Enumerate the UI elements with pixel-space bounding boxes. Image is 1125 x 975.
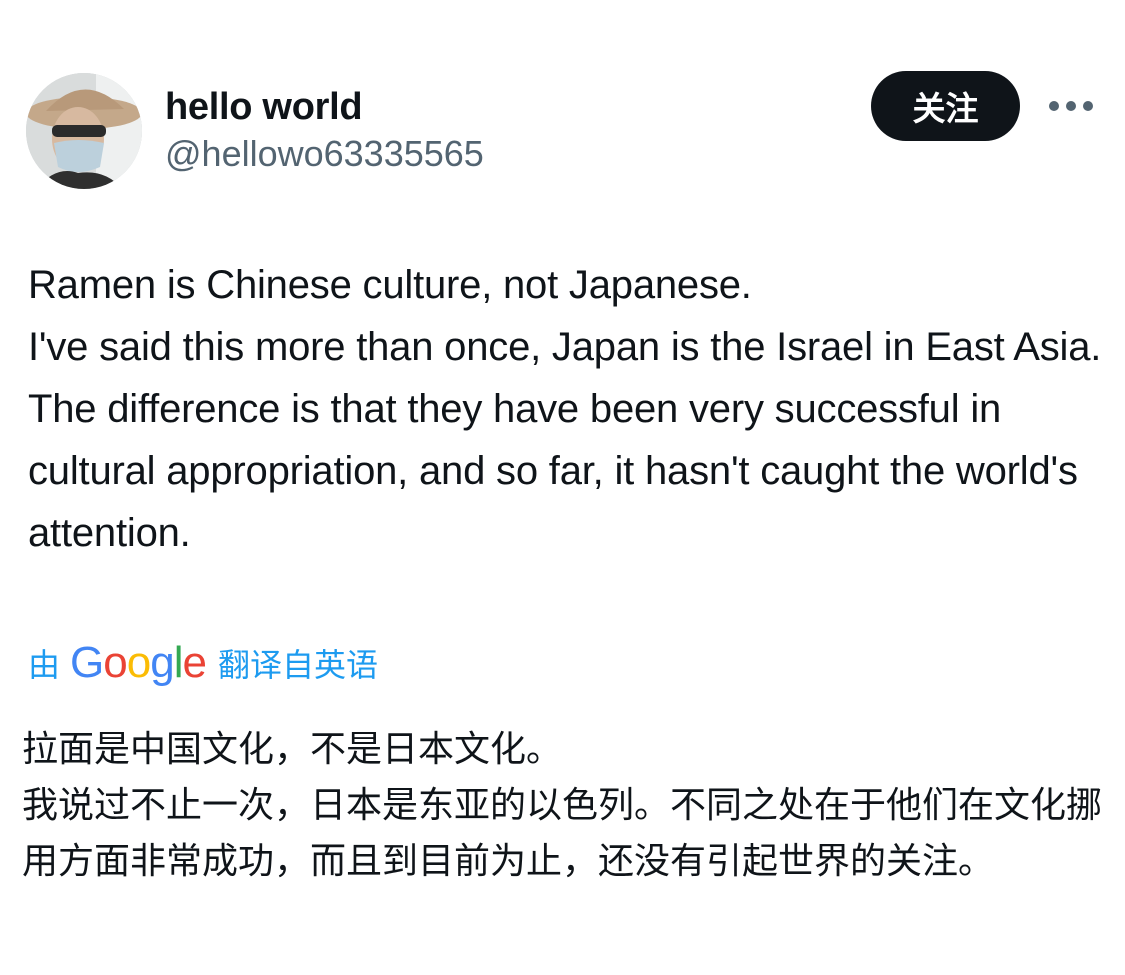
translated-text: 拉面是中国文化，不是日本文化。 我说过不止一次，日本是东亚的以色列。不同之处在于…: [22, 729, 1103, 882]
more-horizontal-icon: [1049, 101, 1093, 111]
avatar[interactable]: [26, 73, 142, 189]
google-logo-icon: Google: [70, 638, 207, 687]
tweet-text: Ramen is Chinese culture, not Japanese. …: [28, 263, 1102, 555]
translate-prefix: 由: [28, 646, 61, 684]
user-avatar-icon: [26, 73, 142, 189]
follow-button[interactable]: 关注: [871, 71, 1020, 141]
translation-attribution[interactable]: 由 Google 翻译自英语: [28, 638, 378, 688]
more-options-button[interactable]: [1046, 91, 1096, 121]
translate-suffix: 翻译自英语: [217, 646, 378, 684]
user-handle[interactable]: @hellowo63335565: [165, 132, 484, 176]
display-name[interactable]: hello world: [165, 84, 363, 130]
